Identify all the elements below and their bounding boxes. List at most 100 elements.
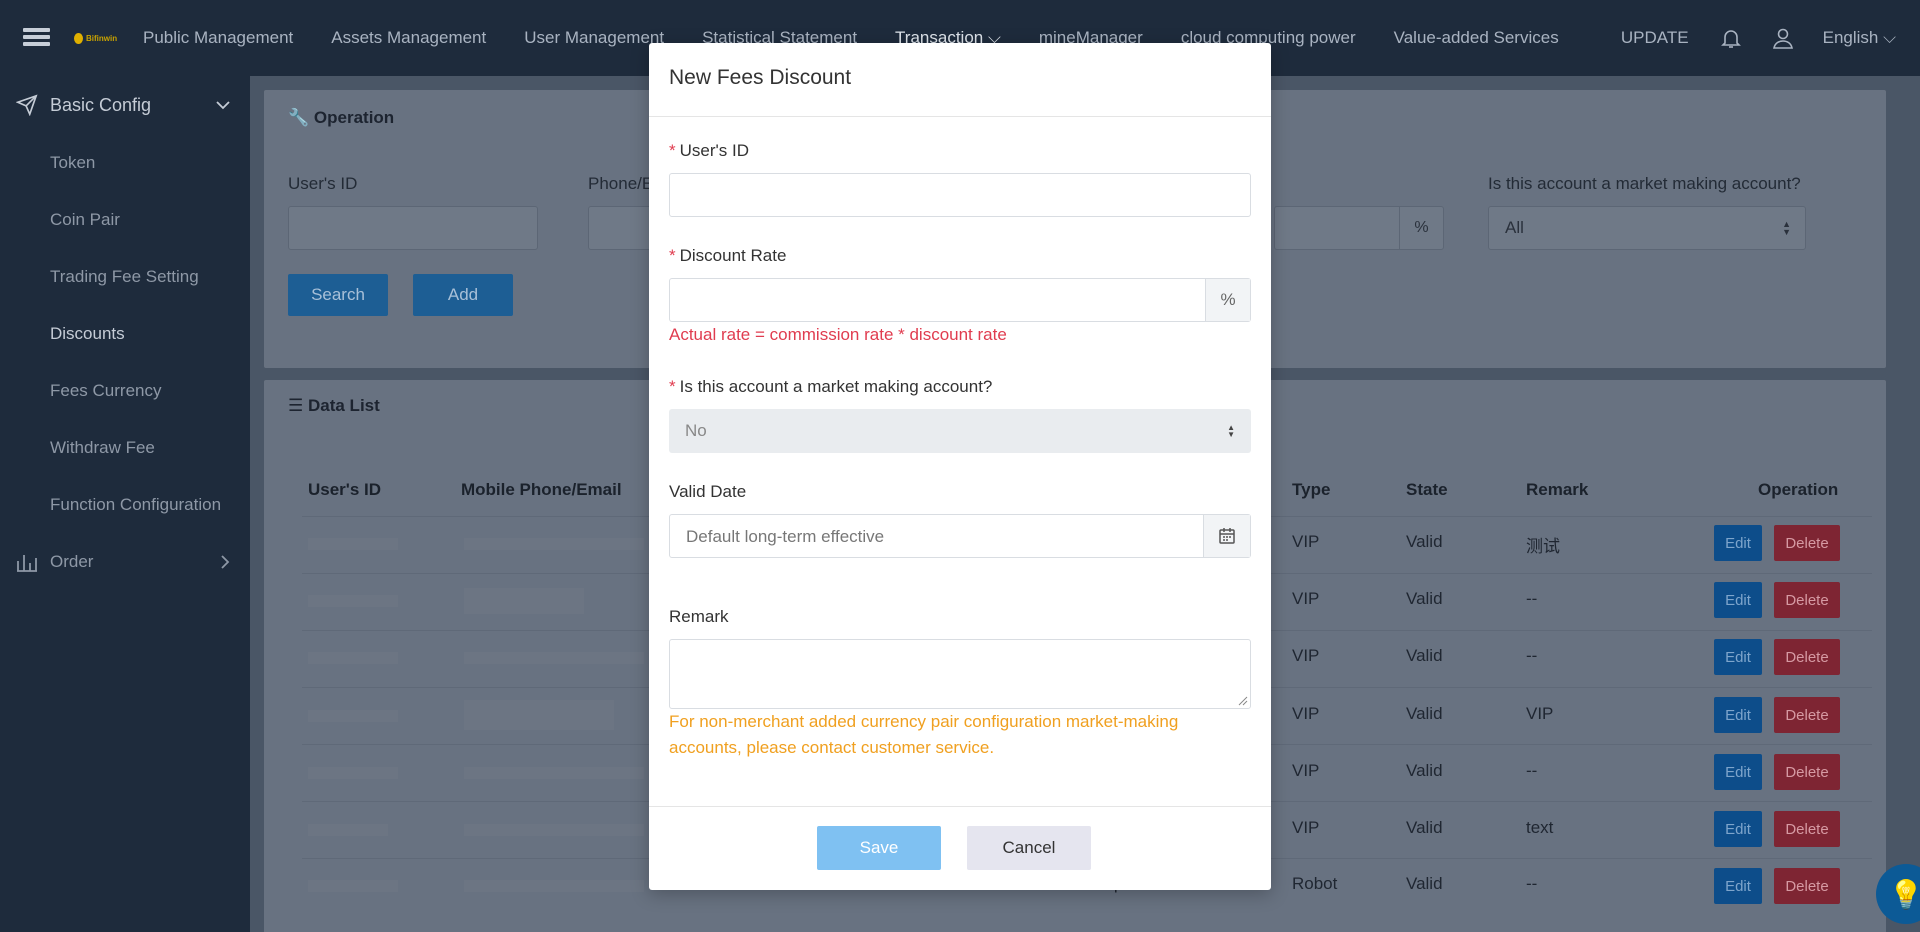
col-user-id: User's ID	[308, 480, 382, 499]
blurred-user-id	[308, 824, 388, 836]
cell-state: Valid	[1406, 532, 1443, 551]
cell-state: Valid	[1406, 589, 1443, 608]
col-state: State	[1406, 480, 1448, 499]
delete-button[interactable]: Delete	[1774, 811, 1840, 847]
edit-button[interactable]: Edit	[1714, 811, 1762, 847]
cell-type: VIP	[1292, 646, 1320, 665]
user-icon[interactable]	[1771, 26, 1795, 50]
edit-button[interactable]: Edit	[1714, 639, 1762, 675]
chevron-down-icon: ⌵	[1883, 28, 1896, 47]
cell-remark: --	[1526, 874, 1538, 893]
required-marker: *	[669, 246, 676, 265]
cell-type: Robot	[1292, 874, 1338, 893]
blurred-contact	[464, 824, 644, 836]
modal-title: New Fees Discount	[649, 43, 1271, 117]
sidebar-group-basic-config[interactable]: Basic Config	[0, 76, 250, 134]
cell-type: VIP	[1292, 704, 1320, 723]
valid-date-input[interactable]: Default long-term effective	[669, 514, 1251, 558]
nav-public-management[interactable]: Public Management	[143, 28, 293, 48]
delete-button[interactable]: Delete	[1774, 868, 1840, 904]
edit-button[interactable]: Edit	[1714, 754, 1762, 790]
edit-button[interactable]: Edit	[1714, 582, 1762, 618]
nav-assets-management[interactable]: Assets Management	[331, 28, 486, 48]
sidebar: Basic Config Token Coin Pair Trading Fee…	[0, 76, 250, 932]
language-selector[interactable]: English ⌵	[1823, 28, 1896, 48]
delete-button[interactable]: Delete	[1774, 639, 1840, 675]
chevron-down-icon	[216, 101, 230, 110]
sidebar-item-withdraw-fee[interactable]: Withdraw Fee	[0, 419, 250, 476]
send-icon	[16, 94, 38, 116]
remark-label: Remark	[669, 607, 729, 626]
filter-user-id-input[interactable]	[288, 206, 538, 250]
sidebar-item-token[interactable]: Token	[0, 134, 250, 191]
required-marker: *	[669, 377, 676, 396]
remark-hint: For non-merchant added currency pair con…	[669, 712, 1179, 757]
blurred-user-id	[308, 595, 398, 607]
percent-addon: %	[1205, 279, 1250, 321]
filter-user-id-label: User's ID	[288, 174, 358, 193]
nav-value-added-services[interactable]: Value-added Services	[1394, 28, 1559, 48]
cell-state: Valid	[1406, 646, 1443, 665]
filter-phone-label: Phone/E	[588, 174, 654, 193]
edit-button[interactable]: Edit	[1714, 868, 1762, 904]
blurred-contact	[464, 588, 584, 614]
discount-rate-hint: Actual rate = commission rate * discount…	[669, 325, 1007, 344]
chevron-right-icon	[221, 555, 230, 569]
blurred-user-id	[308, 538, 398, 550]
remark-textarea[interactable]	[669, 639, 1251, 709]
cell-remark: --	[1526, 761, 1538, 780]
delete-button[interactable]: Delete	[1774, 697, 1840, 733]
nav-user-management[interactable]: User Management	[524, 28, 664, 48]
filter-rate-input[interactable]: %	[1274, 206, 1444, 250]
edit-button[interactable]: Edit	[1714, 697, 1762, 733]
filter-mm-select[interactable]: All ▲ ▼	[1488, 206, 1806, 250]
list-icon: ☰	[288, 396, 304, 415]
sidebar-item-fees-currency[interactable]: Fees Currency	[0, 362, 250, 419]
update-link[interactable]: UPDATE	[1621, 28, 1689, 48]
col-mobile-email: Mobile Phone/Email	[461, 480, 622, 499]
search-button[interactable]: Search	[288, 274, 388, 316]
select-caret-icon: ▲ ▼	[1227, 423, 1235, 439]
col-remark: Remark	[1526, 480, 1589, 499]
user-id-input[interactable]	[669, 173, 1251, 217]
sidebar-item-trading-fee-setting[interactable]: Trading Fee Setting	[0, 248, 250, 305]
blurred-contact	[464, 652, 644, 664]
cell-remark: VIP	[1526, 704, 1554, 723]
discount-rate-input[interactable]: %	[669, 278, 1251, 322]
wrench-icon: 🔧	[288, 108, 310, 127]
edit-button[interactable]: Edit	[1714, 525, 1762, 561]
sidebar-item-function-configuration[interactable]: Function Configuration	[0, 476, 250, 533]
add-button[interactable]: Add	[413, 274, 513, 316]
data-list-title: ☰ Data List	[288, 396, 380, 415]
cancel-button[interactable]: Cancel	[967, 826, 1091, 870]
save-button[interactable]: Save	[817, 826, 941, 870]
delete-button[interactable]: Delete	[1774, 754, 1840, 790]
cell-remark: --	[1526, 646, 1538, 665]
blurred-contact	[464, 538, 644, 550]
cell-state: Valid	[1406, 874, 1443, 893]
resize-handle-icon[interactable]	[1238, 696, 1248, 706]
operation-title: 🔧 Operation	[288, 108, 395, 127]
blurred-user-id	[308, 767, 398, 779]
cell-remark: 测试	[1526, 537, 1560, 556]
cell-remark: --	[1526, 589, 1538, 608]
bell-icon[interactable]	[1719, 26, 1743, 50]
modal-footer	[649, 806, 1271, 890]
brand-logo[interactable]: Bifinwin	[74, 33, 117, 44]
menu-toggle-icon[interactable]	[23, 28, 50, 50]
sidebar-item-coin-pair[interactable]: Coin Pair	[0, 191, 250, 248]
topbar-right: UPDATE English ⌵	[1621, 0, 1920, 76]
user-id-label: * User's ID	[669, 141, 749, 160]
market-making-label: * Is this account a market making account…	[669, 377, 993, 396]
calendar-icon[interactable]	[1203, 515, 1250, 557]
blurred-user-id	[308, 880, 398, 892]
cell-state: Valid	[1406, 704, 1443, 723]
valid-date-label: Valid Date	[669, 482, 747, 501]
discount-rate-label: * Discount Rate	[669, 246, 787, 265]
sidebar-item-discounts[interactable]: Discounts	[0, 305, 250, 362]
delete-button[interactable]: Delete	[1774, 582, 1840, 618]
delete-button[interactable]: Delete	[1774, 525, 1840, 561]
sidebar-group-order[interactable]: Order	[0, 533, 250, 591]
market-making-select[interactable]: No ▲ ▼	[669, 409, 1251, 453]
filter-mm-label: Is this account a market making account?	[1488, 174, 1801, 193]
